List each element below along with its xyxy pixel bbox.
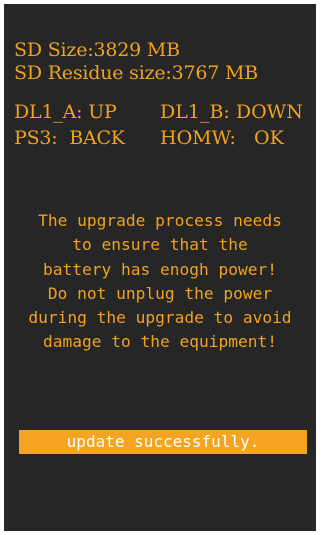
ps3-label: PS3: xyxy=(14,127,58,149)
sd-size-unit: MB xyxy=(146,39,180,61)
sd-size-label: SD Size: xyxy=(14,39,94,61)
dl1-b-value: DOWN xyxy=(235,101,303,123)
sd-size-value: 3829 xyxy=(93,39,142,61)
notice-line: damage to the equipment! xyxy=(43,332,277,352)
dl1-a-status: DL1_A: UP xyxy=(14,101,117,123)
notice-line: The upgrade process needs xyxy=(38,211,282,230)
sd-size-row: SD Size:3829 MB xyxy=(14,39,180,61)
notice-line: Do not unplug the power xyxy=(47,283,273,303)
update-status-banner: update successfully. xyxy=(19,430,307,454)
ps3-status: PS3: BACK xyxy=(14,127,125,149)
dl1-b-label: DL1_B: xyxy=(160,101,230,123)
sd-residue-label: SD Residue size: xyxy=(14,62,172,84)
sd-residue-unit: MB xyxy=(225,62,259,84)
upgrade-warning-notice: The upgrade process needs to ensure that… xyxy=(4,209,316,355)
dl1-a-label: DL1_A: xyxy=(14,101,83,123)
notice-line: during the upgrade to avoid xyxy=(28,308,292,328)
homw-value: OK xyxy=(254,127,284,149)
sd-residue-row: SD Residue size:3767 MB xyxy=(14,62,258,84)
dl1-b-status: DL1_B: DOWN xyxy=(160,101,303,123)
device-screen: SD Size:3829 MB SD Residue size:3767 MB … xyxy=(4,4,316,531)
notice-line: to ensure that the xyxy=(72,235,248,255)
homw-status: HOMW: OK xyxy=(160,127,284,149)
notice-line: battery has enogh power! xyxy=(43,259,277,279)
sd-residue-value: 3767 xyxy=(171,62,220,84)
ps3-value: BACK xyxy=(69,127,125,149)
dl1-a-value: UP xyxy=(88,101,117,123)
homw-label: HOMW: xyxy=(160,127,236,149)
